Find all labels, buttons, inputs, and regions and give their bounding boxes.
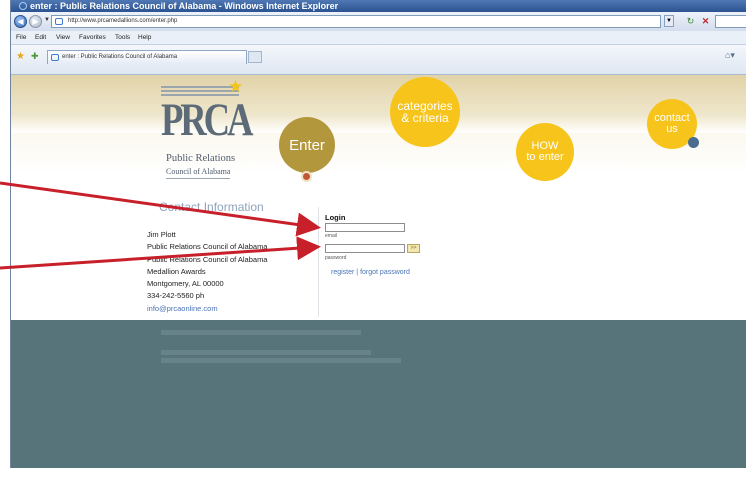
menu-edit[interactable]: Edit [35, 34, 46, 41]
contact-details: Jim Plott Public Relations Council of Al… [147, 229, 267, 315]
title-bar: enter : Public Relations Council of Alab… [11, 0, 746, 12]
window-title: enter : Public Relations Council of Alab… [30, 1, 339, 11]
browser-tab[interactable]: enter : Public Relations Council of Alab… [47, 50, 247, 64]
nav-categories-label-2: & criteria [401, 111, 449, 125]
footer-credits [161, 358, 401, 363]
page-icon [55, 18, 63, 25]
favorites-bar: ★ ✚ enter : Public Relations Council of … [11, 45, 746, 75]
logo-text[interactable]: PRCA [161, 97, 253, 144]
password-input[interactable] [325, 244, 405, 253]
contact-line: Public Relations Council of Alabama [147, 242, 268, 252]
login-submit-button[interactable]: >> [407, 244, 420, 253]
menu-view[interactable]: View [56, 34, 70, 41]
contact-heading: Contact Information [159, 200, 264, 214]
favorites-star-icon[interactable]: ★ [16, 51, 25, 62]
contact-indicator-dot [688, 137, 699, 148]
account-links: register | forgot password [331, 269, 410, 276]
logo-subtitle-line2: Council of Alabama [166, 167, 231, 179]
logo-star-icon: ★ [228, 77, 244, 96]
contact-line: Public Relations Council of Alabama [147, 254, 268, 264]
footer-nav-links [161, 330, 361, 335]
contact-email-link[interactable]: info@prcaonline.com [147, 303, 267, 315]
nav-contact-label-2: us [666, 123, 678, 135]
email-input[interactable] [325, 223, 405, 232]
nav-enter-label: Enter [289, 136, 325, 154]
password-label: password [325, 255, 347, 261]
forgot-password-link[interactable]: forgot password [360, 269, 410, 276]
ie-logo-icon [19, 2, 27, 10]
web-page: ★ PRCA Public Relations Council of Alaba… [11, 75, 746, 468]
email-label: email [325, 233, 337, 239]
nav-how-to-enter-button[interactable]: HOW to enter [516, 123, 574, 181]
register-link[interactable]: register [331, 269, 354, 276]
contact-line: Montgomery, AL 00000 [147, 279, 224, 289]
menu-bar: File Edit View Favorites Tools Help [11, 31, 746, 45]
nav-categories-button[interactable]: categories & criteria [390, 77, 460, 147]
link-separator: | [356, 269, 359, 276]
url-dropdown-icon[interactable]: ▼ [664, 15, 674, 27]
contact-line: Jim Plott [147, 230, 176, 239]
tab-page-icon [51, 54, 59, 61]
search-input[interactable] [715, 15, 746, 28]
address-bar: ◀ ▶ ▼ http://www.prcamedallions.com/ente… [11, 12, 746, 31]
url-input[interactable]: http://www.prcamedallions.com/enter.php [51, 15, 661, 28]
url-text: http://www.prcamedallions.com/enter.php [68, 18, 178, 24]
status-bar [0, 468, 746, 493]
refresh-icon[interactable]: ↻ [684, 15, 697, 27]
forward-button[interactable]: ▶ [29, 15, 42, 28]
add-favorites-icon[interactable]: ✚ [31, 51, 39, 62]
nav-how-label-2: to enter [526, 151, 564, 163]
contact-line: 334-242-5560 ph [147, 291, 205, 301]
column-divider [318, 207, 319, 317]
logo-subtitle-line1: Public Relations [166, 153, 236, 164]
home-icon[interactable]: ⌂▾ [725, 50, 735, 61]
history-dropdown-icon[interactable]: ▼ [44, 17, 50, 23]
footer [11, 320, 746, 468]
enter-indicator-dot [301, 171, 312, 182]
screenshot: enter : Public Relations Council of Alab… [0, 0, 746, 493]
menu-file[interactable]: File [16, 34, 26, 41]
menu-help[interactable]: Help [138, 34, 151, 41]
stop-icon[interactable]: ✕ [699, 15, 712, 27]
menu-tools[interactable]: Tools [115, 34, 130, 41]
footer-copyright [161, 350, 371, 355]
login-heading: Login [325, 213, 346, 222]
back-button[interactable]: ◀ [14, 15, 27, 28]
tab-label: enter : Public Relations Council of Alab… [62, 54, 178, 60]
browser-window: enter : Public Relations Council of Alab… [10, 0, 746, 468]
new-tab-button[interactable] [248, 51, 262, 63]
nav-enter-button[interactable]: Enter [279, 117, 335, 173]
header-fade [11, 133, 746, 173]
menu-favorites[interactable]: Favorites [79, 34, 106, 41]
contact-line: Medallion Awards [147, 266, 206, 276]
header-band [11, 75, 746, 133]
